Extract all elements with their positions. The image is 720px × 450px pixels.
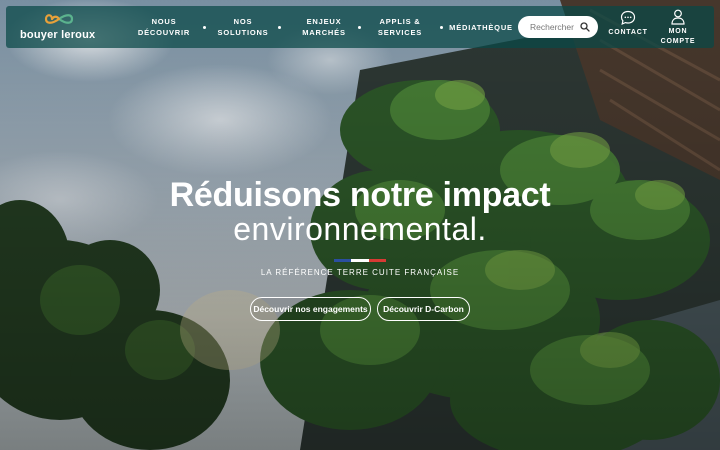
- brand-name: bouyer leroux: [20, 29, 96, 41]
- flag-blue: [334, 259, 352, 262]
- top-navigation: bouyer leroux Nous découvrir Nos solutio…: [6, 6, 714, 48]
- hero-title-line2: environnemental.: [233, 211, 487, 247]
- nav-separator: [440, 26, 443, 29]
- french-flag-divider: [334, 259, 386, 262]
- account-button[interactable]: Mon compte: [656, 9, 700, 45]
- discover-commitments-button[interactable]: Découvrir nos engagements: [250, 297, 371, 321]
- nav-separator: [278, 26, 281, 29]
- nav-item-nos-solutions[interactable]: Nos solutions: [218, 6, 268, 48]
- search-box: [518, 16, 598, 38]
- contact-label: Contact: [608, 29, 648, 36]
- contact-button[interactable]: Contact: [608, 10, 648, 46]
- discover-dcarbon-button[interactable]: Découvrir D-Carbon: [377, 297, 470, 321]
- hero-tagline: La référence terre cuite française: [260, 268, 460, 277]
- search-icon[interactable]: [580, 22, 590, 32]
- nav-item-mediatheque[interactable]: Médiathèque: [449, 6, 512, 48]
- account-label: Mon compte: [660, 28, 696, 45]
- nav-separator: [203, 26, 206, 29]
- infinity-logo-icon: [44, 14, 74, 24]
- nav-separator: [358, 26, 361, 29]
- hero-title-line1: Réduisons notre impact: [169, 176, 551, 214]
- flag-red: [368, 259, 386, 262]
- nav-item-enjeux-marches[interactable]: Enjeux marchés: [294, 6, 354, 48]
- chat-bubble-icon: [620, 10, 636, 26]
- nav-item-applis-services[interactable]: Applis & services: [372, 6, 428, 48]
- nav-item-nous-decouvrir[interactable]: Nous découvrir: [138, 6, 189, 48]
- brand-logo[interactable]: bouyer leroux: [20, 12, 100, 44]
- user-icon: [671, 9, 685, 25]
- flag-white: [351, 259, 369, 262]
